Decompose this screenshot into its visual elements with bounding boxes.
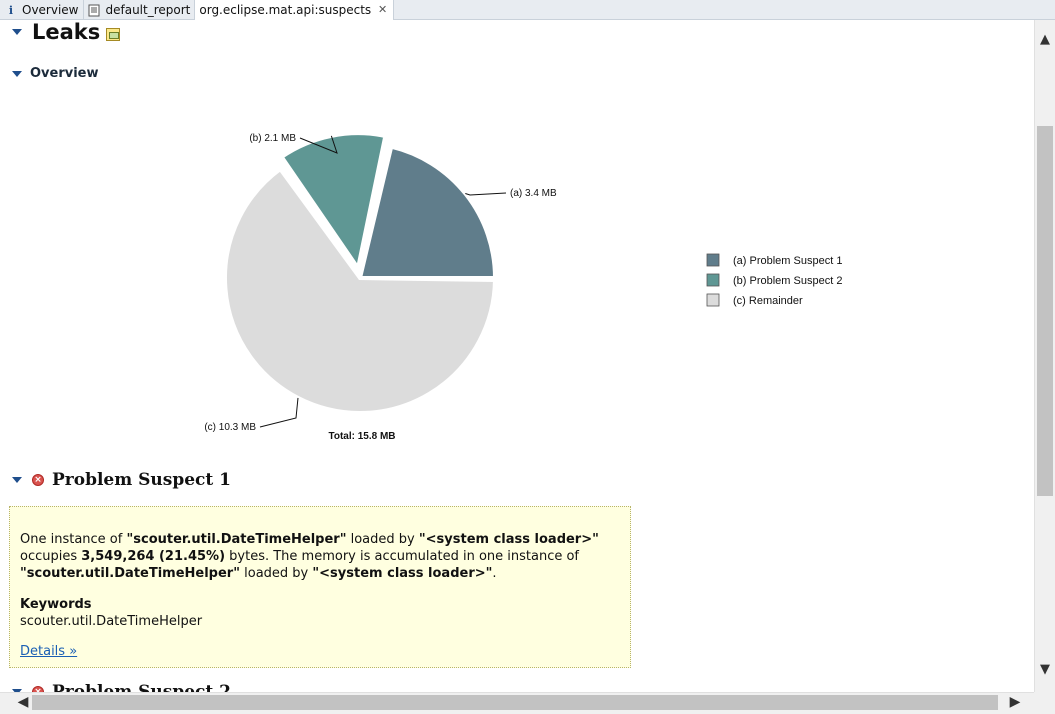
scroll-left-button[interactable]: ◀	[14, 694, 32, 712]
overview-title: Overview	[30, 66, 99, 81]
pie-slice-label: (c) 10.3 MB	[204, 422, 256, 433]
pie-slice-label: (a) 3.4 MB	[510, 188, 557, 199]
legend-swatch	[706, 273, 720, 287]
collapse-triangle-icon[interactable]	[12, 70, 22, 77]
legend-label: (a) Problem Suspect 1	[733, 255, 842, 267]
pie-slice-label: (b) 2.1 MB	[249, 133, 296, 144]
suspect1-line: One instance of "scouter.util.DateTimeHe…	[20, 532, 599, 547]
suspect1-section-header[interactable]: × Problem Suspect 1	[12, 470, 231, 490]
tab-overview[interactable]: i Overview	[0, 0, 84, 20]
tab-label: default_report	[105, 3, 191, 17]
vertical-scroll-thumb[interactable]	[1037, 126, 1053, 496]
suspect2-title: Problem Suspect 2	[52, 682, 232, 692]
legend-label: (b) Problem Suspect 2	[733, 275, 842, 287]
tab-label: org.eclipse.mat.api:suspects	[199, 3, 372, 17]
pie-chart: (a) 3.4 MB (b) 2.1 MB (c) 10.3 MB Total: 15…	[204, 131, 842, 442]
suspect1-title: Problem Suspect 1	[52, 470, 232, 490]
report-image-icon	[106, 27, 121, 41]
close-icon[interactable]: ✕	[378, 3, 387, 16]
legend-label: (c) Remainder	[733, 295, 803, 307]
collapse-triangle-icon[interactable]	[12, 29, 22, 35]
tab-label: Overview	[22, 3, 79, 17]
scroll-right-button[interactable]: ▶	[1006, 694, 1024, 712]
pie-leader-line	[465, 192, 507, 196]
horizontal-scroll-thumb[interactable]	[32, 695, 998, 710]
suspect1-line: occupies 3,549,264 (21.45%) bytes. The m…	[20, 549, 580, 564]
details-link[interactable]: Details »	[20, 643, 77, 660]
vertical-scrollbar[interactable]: ▲ ▼	[1034, 20, 1055, 692]
error-icon: ×	[32, 474, 44, 486]
keywords-title: Keywords	[20, 597, 92, 612]
overview-section-header[interactable]: Overview	[12, 66, 99, 81]
suspect1-line: "scouter.util.DateTimeHelper" loaded by …	[20, 566, 497, 581]
horizontal-scrollbar[interactable]: ◀ ▶	[0, 692, 1034, 714]
report-icon	[88, 3, 102, 17]
legend-swatch	[706, 253, 720, 267]
report-content: Leaks Overview (a) 3.4 MB (b) 2.1 MB (c) 1…	[0, 20, 1034, 692]
chart-total-label: Total: 15.8 MB	[328, 431, 395, 442]
pie-leader-line	[259, 397, 299, 428]
suspect2-section-header[interactable]: × Problem Suspect 2	[12, 682, 231, 692]
tab-suspects[interactable]: org.eclipse.mat.api:suspects ✕	[195, 0, 395, 20]
collapse-triangle-icon[interactable]	[12, 477, 22, 483]
editor-tab-bar: i Overview default_report org.eclipse.ma…	[0, 0, 1055, 20]
scroll-down-button[interactable]: ▼	[1035, 662, 1055, 680]
scroll-up-button[interactable]: ▲	[1035, 32, 1055, 50]
keywords-value: scouter.util.DateTimeHelper	[20, 614, 203, 629]
scrollbar-corner	[1034, 692, 1055, 714]
tab-default-report[interactable]: default_report	[84, 0, 196, 20]
page-title: Leaks	[32, 20, 101, 44]
legend-swatch	[706, 293, 720, 307]
suspect1-description: One instance of "scouter.util.DateTimeHe…	[9, 506, 631, 668]
info-icon: i	[8, 3, 14, 17]
leaks-section-header[interactable]: Leaks	[12, 20, 121, 44]
